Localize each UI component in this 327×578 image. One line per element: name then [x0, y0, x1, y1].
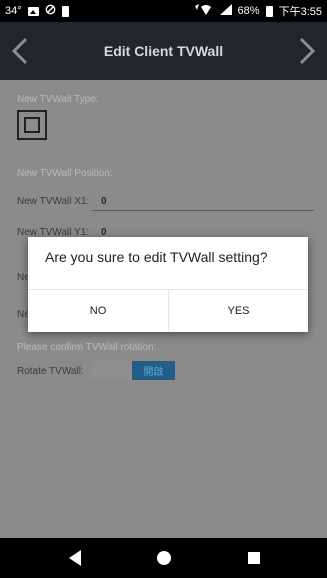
tvwall-single-screen-icon[interactable]: [17, 110, 47, 140]
status-bar: 34° 68% 下午3:55: [0, 0, 327, 22]
rotate-toggle[interactable]: 開啟: [90, 361, 175, 380]
position-label: New TVWall Position:: [17, 168, 113, 179]
rotation-confirm-label: Please confirm TVWall rotation:: [17, 342, 157, 353]
time-text: 下午3:55: [278, 6, 322, 18]
app-header: Edit Client TVWall: [0, 22, 327, 80]
image-icon: [27, 6, 39, 16]
type-label: New TVWall Type:: [17, 94, 99, 105]
system-nav-bar: [0, 538, 327, 578]
x1-underline: [92, 210, 314, 211]
temperature-text: 34°: [5, 5, 22, 17]
chevron-left-icon: [11, 37, 28, 65]
battery-percent-text: 68%: [237, 5, 260, 17]
nav-back-icon[interactable]: [69, 550, 81, 566]
battery-icon: [265, 5, 273, 17]
rotate-label: Rotate TVWall:: [17, 366, 84, 377]
dialog-message: Are you sure to edit TVWall setting?: [45, 249, 268, 265]
status-bar-right: 68% 下午3:55: [194, 3, 322, 19]
rotate-toggle-on-text: 開啟: [132, 361, 175, 380]
confirm-dialog: Are you sure to edit TVWall setting? NO …: [28, 237, 308, 332]
status-bar-left: 34°: [5, 4, 69, 18]
data-saver-icon: [45, 4, 56, 18]
signal-icon: [219, 4, 232, 18]
page-title: Edit Client TVWall: [103, 43, 224, 59]
x1-label: New TVWall X1:: [17, 196, 90, 207]
wifi-icon: [194, 3, 214, 19]
back-button[interactable]: [0, 22, 40, 80]
rotate-toggle-off: [90, 361, 132, 380]
nav-home-icon[interactable]: [157, 551, 171, 565]
chevron-right-icon: [299, 37, 316, 65]
x1-input[interactable]: 0: [101, 196, 107, 207]
battery-saver-icon: [61, 5, 69, 17]
no-button[interactable]: NO: [28, 290, 168, 332]
yes-button[interactable]: YES: [169, 290, 308, 332]
forward-button[interactable]: [287, 22, 327, 80]
nav-recents-icon[interactable]: [248, 552, 260, 564]
